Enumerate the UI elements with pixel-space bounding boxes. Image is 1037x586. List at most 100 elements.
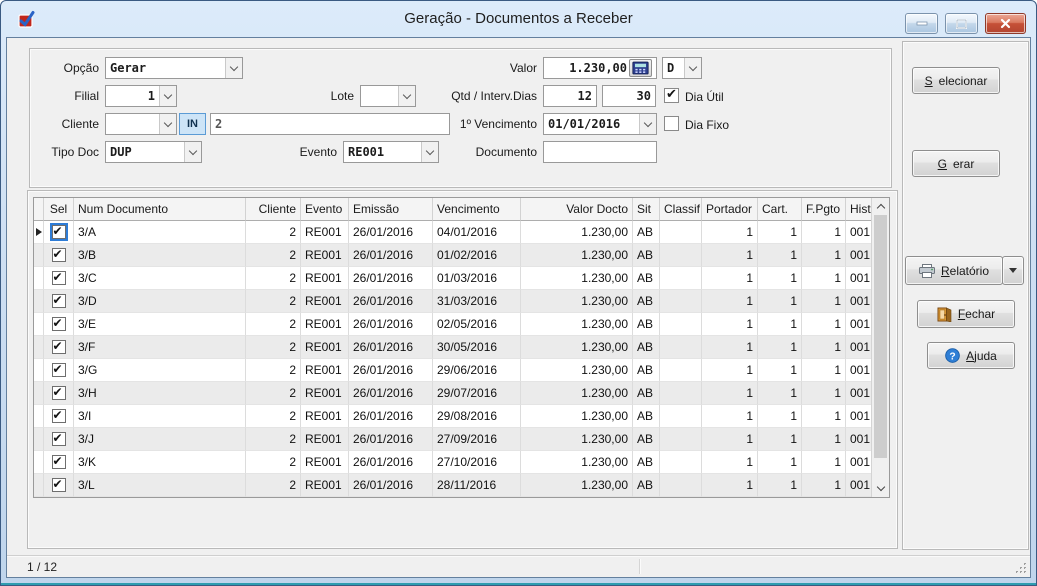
scroll-down-icon[interactable] [872, 480, 889, 497]
cell-cliente: 2 [246, 221, 301, 244]
col-header-sel[interactable]: Sel [44, 198, 74, 221]
table-row[interactable]: 3/E 2 RE001 26/01/2016 02/05/2016 1.230,… [34, 313, 871, 336]
col-header-valor-docto[interactable]: Valor Docto [521, 198, 633, 221]
col-header-emissao[interactable]: Emissão [349, 198, 433, 221]
col-header-classif[interactable]: Classif. [660, 198, 702, 221]
row-checkbox[interactable] [52, 271, 66, 285]
col-header-vencimento[interactable]: Vencimento [433, 198, 521, 221]
cell-hist: 001 [846, 267, 871, 290]
cell-emissao: 26/01/2016 [349, 405, 433, 428]
table-row[interactable]: 3/G 2 RE001 26/01/2016 29/06/2016 1.230,… [34, 359, 871, 382]
cell-evento: RE001 [301, 428, 349, 451]
chevron-down-icon[interactable] [159, 86, 176, 106]
ajuda-button[interactable]: ? Ajuda [927, 342, 1015, 369]
row-checkbox[interactable] [52, 409, 66, 423]
cell-classif [660, 451, 702, 474]
row-checkbox[interactable] [52, 340, 66, 354]
qtd-value: 12 [548, 89, 592, 103]
col-header-sit[interactable]: Sit [633, 198, 660, 221]
fechar-button[interactable]: Fechar [917, 300, 1015, 328]
col-header-cart[interactable]: Cart. [758, 198, 802, 221]
cell-hist: 001 [846, 313, 871, 336]
col-header-evento[interactable]: Evento [301, 198, 349, 221]
cell-cliente: 2 [246, 359, 301, 382]
minimize-button[interactable] [905, 13, 938, 34]
gerar-button[interactable]: Gerar [912, 150, 1000, 177]
chevron-down-icon[interactable] [184, 142, 201, 162]
cell-sel [44, 267, 74, 290]
cell-vencimento: 27/10/2016 [433, 451, 521, 474]
cell-hist: 001 [846, 336, 871, 359]
row-checkbox[interactable] [52, 225, 66, 239]
cell-num-documento: 3/A [74, 221, 246, 244]
table-row[interactable]: 3/J 2 RE001 26/01/2016 27/09/2016 1.230,… [34, 428, 871, 451]
primeiro-vencimento-label: 1º Vencimento [370, 117, 537, 131]
row-checkbox[interactable] [52, 248, 66, 262]
cell-cart: 1 [758, 405, 802, 428]
tipo-doc-select[interactable]: DUP [105, 141, 202, 163]
table-row[interactable]: 3/D 2 RE001 26/01/2016 31/03/2016 1.230,… [34, 290, 871, 313]
col-header-cliente[interactable]: Cliente [246, 198, 301, 221]
maximize-button[interactable] [945, 13, 978, 34]
chevron-down-icon[interactable] [159, 114, 176, 134]
cliente-select[interactable] [105, 113, 177, 135]
table-row[interactable]: 3/F 2 RE001 26/01/2016 30/05/2016 1.230,… [34, 336, 871, 359]
cell-evento: RE001 [301, 221, 349, 244]
table-row[interactable]: 3/H 2 RE001 26/01/2016 29/07/2016 1.230,… [34, 382, 871, 405]
row-checkbox[interactable] [52, 432, 66, 446]
row-indicator [34, 451, 44, 474]
ajuda-label: Ajuda [966, 349, 997, 363]
table-row[interactable]: 3/A 2 RE001 26/01/2016 04/01/2016 1.230,… [34, 221, 871, 244]
cell-emissao: 26/01/2016 [349, 244, 433, 267]
col-header-num-documento[interactable]: Num Documento [74, 198, 246, 221]
filial-select[interactable]: 1 [105, 85, 177, 107]
table-row[interactable]: 3/K 2 RE001 26/01/2016 27/10/2016 1.230,… [34, 451, 871, 474]
col-header-fpgto[interactable]: F.Pgto [802, 198, 846, 221]
relatorio-button[interactable]: Relatório [905, 256, 1003, 285]
col-header-hist[interactable]: Hist. [846, 198, 871, 221]
grid-scrollbar[interactable] [871, 198, 889, 497]
row-checkbox[interactable] [52, 478, 66, 492]
cell-valor-docto: 1.230,00 [521, 474, 633, 497]
title-bar[interactable]: Geração - Documentos a Receber [6, 1, 1031, 37]
interv-dias-input[interactable]: 30 [602, 85, 656, 107]
chevron-down-icon[interactable] [684, 58, 701, 78]
table-row[interactable]: 3/I 2 RE001 26/01/2016 29/08/2016 1.230,… [34, 405, 871, 428]
scroll-up-icon[interactable] [872, 198, 889, 215]
table-row[interactable]: 3/L 2 RE001 26/01/2016 28/11/2016 1.230,… [34, 474, 871, 497]
cell-portador: 1 [702, 451, 758, 474]
cell-emissao: 26/01/2016 [349, 267, 433, 290]
opcao-select[interactable]: Gerar [105, 57, 243, 79]
dia-util-checkbox[interactable] [664, 88, 679, 103]
dia-fixo-checkbox[interactable] [664, 116, 679, 131]
valor-unit-select[interactable]: D [662, 57, 702, 79]
chevron-down-icon[interactable] [639, 114, 656, 134]
cell-emissao: 26/01/2016 [349, 290, 433, 313]
valor-input[interactable]: 1.230,00 [543, 57, 657, 79]
cell-classif [660, 244, 702, 267]
calculator-button[interactable] [629, 59, 652, 77]
close-button[interactable] [985, 13, 1026, 34]
row-checkbox[interactable] [52, 317, 66, 331]
selecionar-button[interactable]: Selecionar [912, 67, 1000, 94]
documento-input[interactable] [543, 141, 657, 163]
col-header-portador[interactable]: Portador [702, 198, 758, 221]
relatorio-dropdown-button[interactable] [1002, 256, 1024, 285]
primeiro-vencimento-value: 01/01/2016 [544, 117, 639, 131]
row-checkbox[interactable] [52, 363, 66, 377]
scrollbar-thumb[interactable] [874, 215, 887, 458]
cell-cliente: 2 [246, 290, 301, 313]
qtd-input[interactable]: 12 [543, 85, 597, 107]
primeiro-vencimento-datepicker[interactable]: 01/01/2016 [543, 113, 657, 135]
table-row[interactable]: 3/C 2 RE001 26/01/2016 01/03/2016 1.230,… [34, 267, 871, 290]
row-checkbox[interactable] [52, 294, 66, 308]
cell-cliente: 2 [246, 382, 301, 405]
in-filter-button[interactable]: IN [179, 113, 206, 135]
row-checkbox[interactable] [52, 455, 66, 469]
table-row[interactable]: 3/B 2 RE001 26/01/2016 01/02/2016 1.230,… [34, 244, 871, 267]
cell-sel [44, 244, 74, 267]
cell-portador: 1 [702, 382, 758, 405]
row-checkbox[interactable] [52, 386, 66, 400]
chevron-down-icon[interactable] [225, 58, 242, 78]
resize-grip[interactable] [1015, 562, 1028, 575]
